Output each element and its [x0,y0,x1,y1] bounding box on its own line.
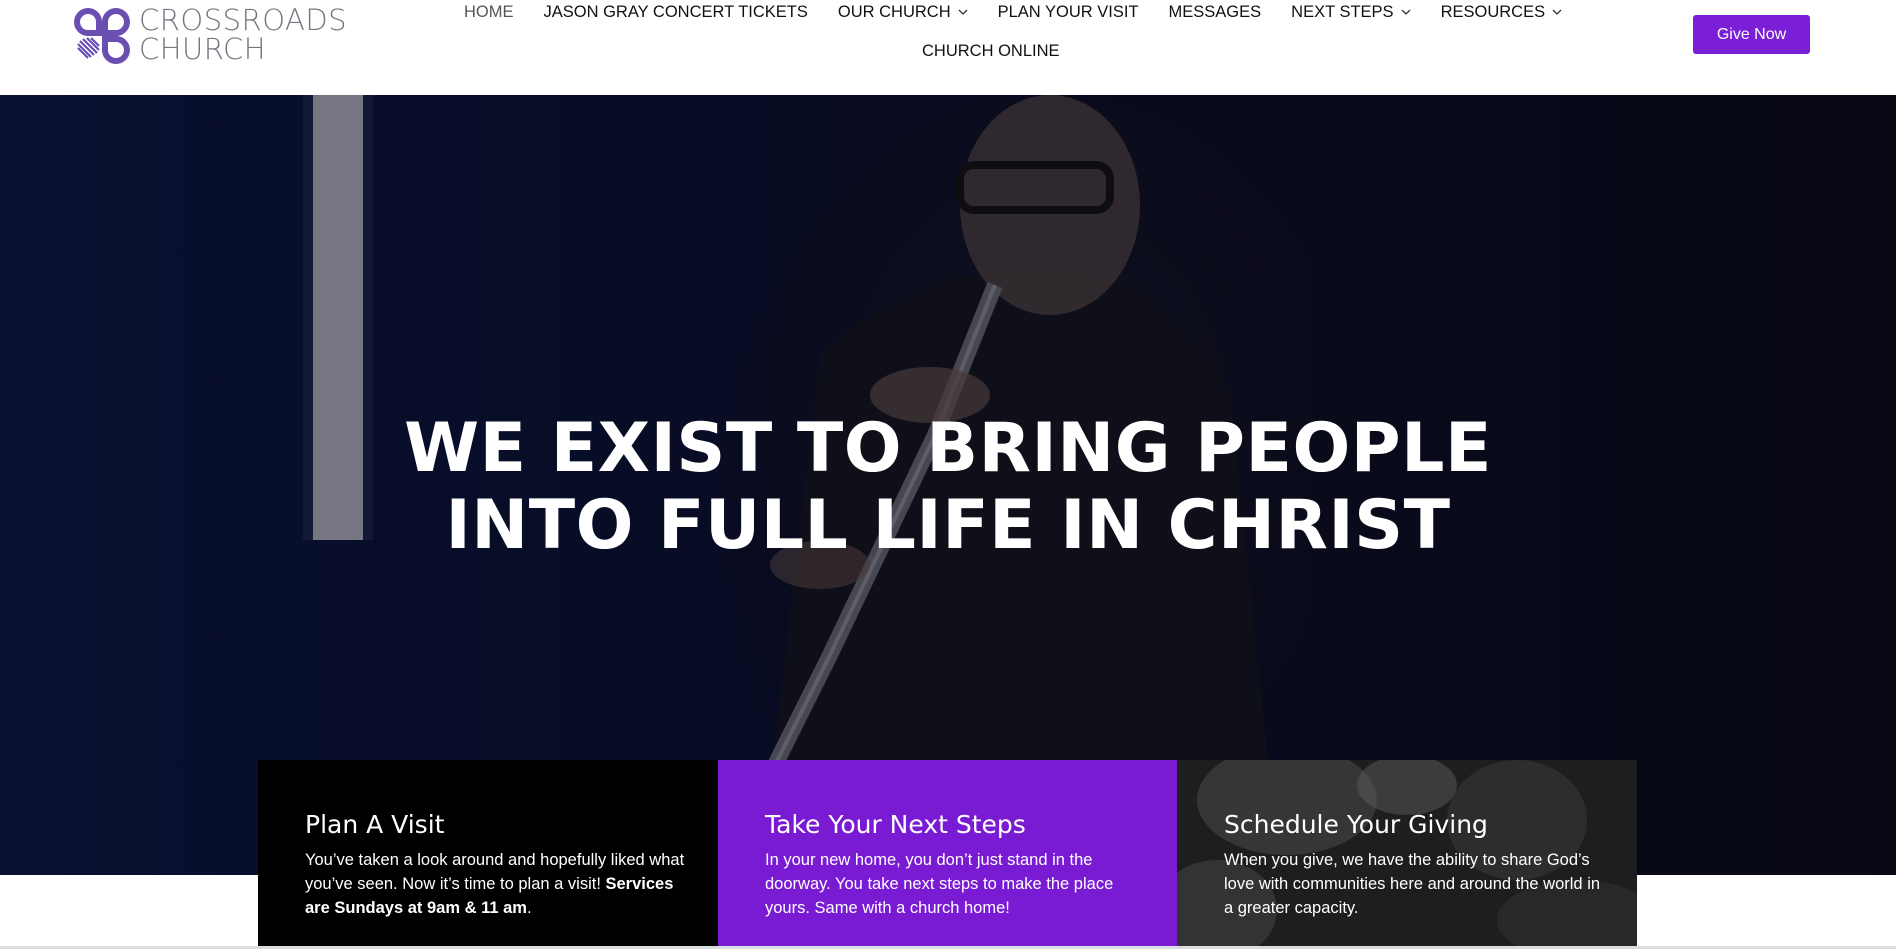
hero-headline-line-2: INTO FULL LIFE IN CHRIST [445,486,1451,565]
card-text: You’ve taken a look around and hopefully… [305,848,688,920]
card-title: Take Your Next Steps [765,810,1026,839]
logo-wordmark: CROSSROADS CHURCH [139,6,347,64]
card-text: In your new home, you don’t just stand i… [765,851,1114,917]
card-text: When you give, we have the ability to sh… [1224,851,1601,917]
chevron-down-icon [1401,9,1411,15]
chevron-down-icon [958,9,968,15]
card-plan-a-visit[interactable]: Plan A Visit You’ve taken a look around … [258,760,718,949]
nav-resources[interactable]: RESOURCES [1441,3,1563,22]
crossroads-logo-icon [74,8,130,64]
nav-label: CHURCH ONLINE [922,42,1060,60]
main-nav: HOME JASON GRAY CONCERT TICKETS OUR CHUR… [464,0,1592,24]
nav-label: PLAN YOUR VISIT [997,2,1139,21]
hero-headline: WE EXIST TO BRING PEOPLE INTO FULL LIFE … [0,410,1896,564]
nav-church-online[interactable]: CHURCH ONLINE [922,42,1060,61]
hero-section: WE EXIST TO BRING PEOPLE INTO FULL LIFE … [0,95,1896,875]
nav-label: NEXT STEPS [1291,2,1394,21]
nav-jason-gray-concert-tickets[interactable]: JASON GRAY CONCERT TICKETS [544,3,808,22]
nav-label: HOME [464,2,514,21]
card-take-your-next-steps[interactable]: Take Your Next Steps In your new home, y… [718,760,1178,949]
nav-plan-your-visit[interactable]: PLAN YOUR VISIT [998,3,1139,22]
nav-our-church[interactable]: OUR CHURCH [838,3,968,22]
card-title: Plan A Visit [305,810,445,839]
nav-label: MESSAGES [1168,2,1262,21]
site-logo[interactable]: CROSSROADS CHURCH [73,6,347,64]
nav-home[interactable]: HOME [464,3,514,22]
card-schedule-your-giving[interactable]: Schedule Your Giving When you give, we h… [1177,760,1637,949]
card-text-tail: . [526,899,532,917]
hero-headline-line-1: WE EXIST TO BRING PEOPLE [404,409,1492,488]
card-title: Schedule Your Giving [1224,810,1488,839]
nav-next-steps[interactable]: NEXT STEPS [1291,2,1411,22]
logo-line-2: CHURCH [139,32,267,66]
nav-label: RESOURCES [1440,2,1546,21]
nav-label: JASON GRAY CONCERT TICKETS [543,2,808,21]
nav-messages[interactable]: MESSAGES [1169,3,1262,22]
chevron-down-icon [1552,9,1562,15]
give-now-button[interactable]: Give Now [1693,15,1810,54]
logo-line-1: CROSSROADS [139,3,348,37]
site-header: CROSSROADS CHURCH HOME JASON GRAY CONCER… [0,0,1896,95]
nav-label: OUR CHURCH [837,2,951,21]
